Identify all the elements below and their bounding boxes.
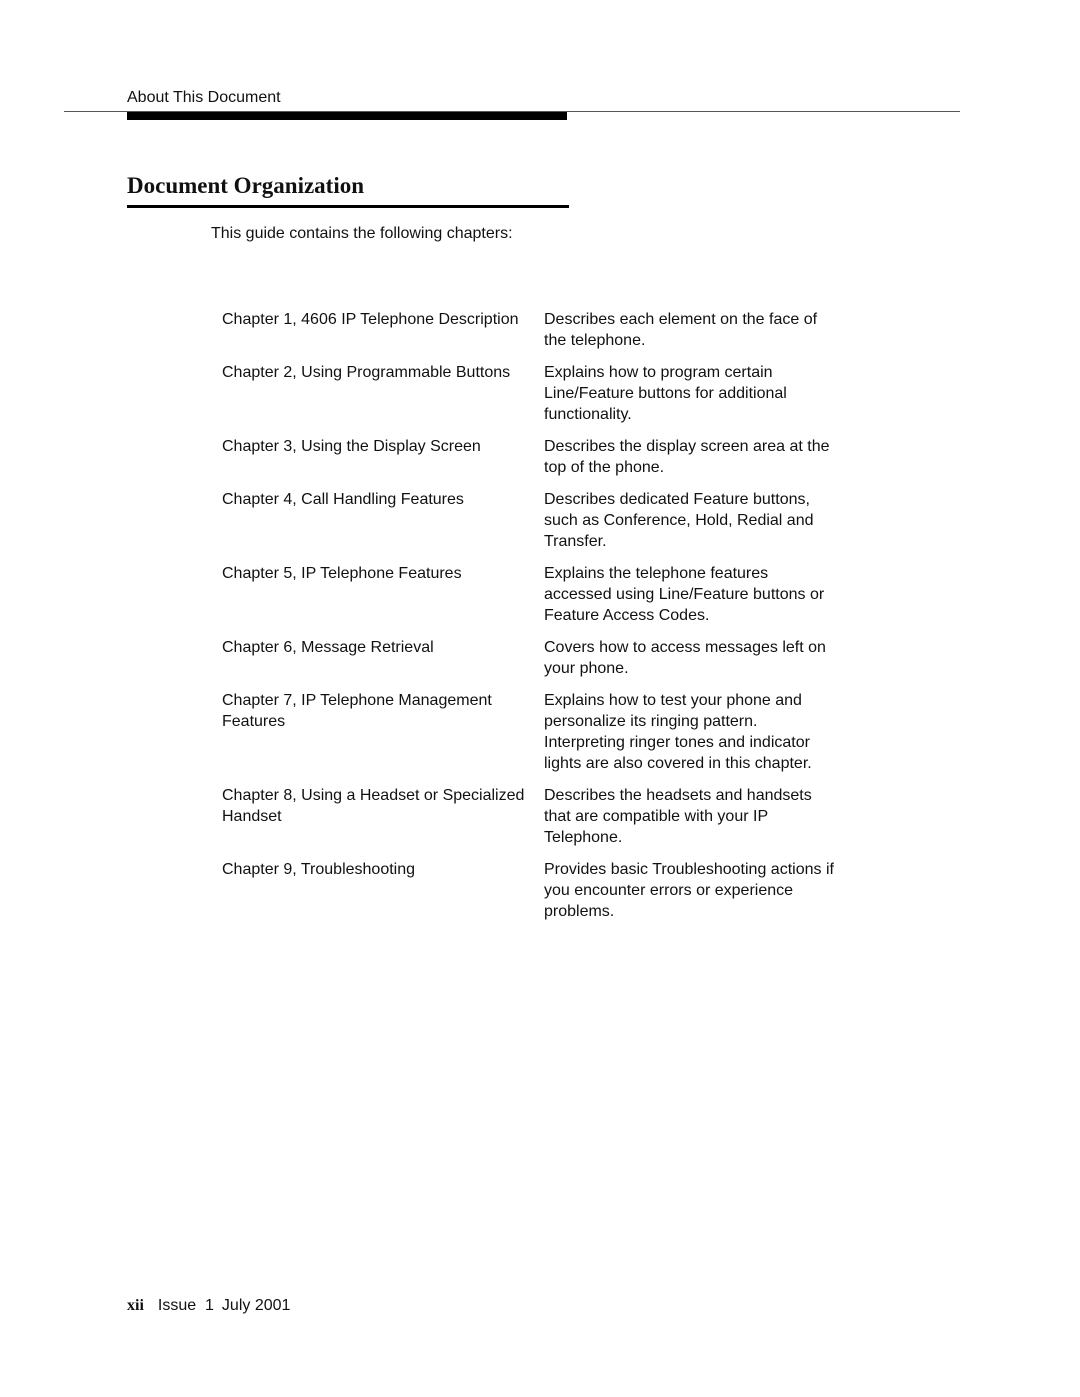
issue-label: Issue 1	[157, 1297, 214, 1314]
chapter-row: Chapter 9, Troubleshooting Provides basi…	[222, 859, 842, 922]
chapter-row: Chapter 2, Using Programmable Buttons Ex…	[222, 362, 842, 425]
issue-date: July 2001	[221, 1297, 291, 1314]
chapter-title: Chapter 9, Troubleshooting	[222, 861, 416, 878]
chapter-title: Chapter 7, IP Telephone Management Featu…	[222, 692, 492, 730]
page-footer: xii Issue 1 July 2001	[127, 1297, 290, 1315]
chapter-title: Chapter 1, 4606 IP Telephone Description	[222, 311, 519, 328]
chapter-title: Chapter 6, Message Retrieval	[222, 639, 434, 656]
chapter-row: Chapter 6, Message Retrieval Covers how …	[222, 637, 842, 679]
chapter-row: Chapter 1, 4606 IP Telephone Description…	[222, 309, 842, 351]
chapter-description: Describes dedicated Feature buttons, suc…	[544, 491, 814, 550]
chapter-table: Chapter 1, 4606 IP Telephone Description…	[222, 309, 842, 933]
title-rule	[127, 205, 569, 208]
chapter-description: Covers how to access messages left on yo…	[544, 639, 826, 677]
chapter-row: Chapter 3, Using the Display Screen Desc…	[222, 436, 842, 478]
chapter-description: Explains how to program certain Line/Fea…	[544, 364, 787, 423]
chapter-description: Describes each element on the face of th…	[544, 311, 818, 349]
chapter-title: Chapter 8, Using a Headset or Specialize…	[222, 787, 525, 825]
chapter-title: Chapter 3, Using the Display Screen	[222, 438, 481, 455]
chapter-description: Explains how to test your phone and pers…	[544, 692, 812, 772]
chapter-row: Chapter 4, Call Handling Features Descri…	[222, 489, 842, 552]
chapter-description: Provides basic Troubleshooting actions i…	[544, 861, 834, 920]
chapter-title: Chapter 5, IP Telephone Features	[222, 565, 462, 582]
page-number: xii	[127, 1297, 144, 1314]
intro-text: This guide contains the following chapte…	[211, 225, 513, 242]
section-title: Document Organization	[127, 173, 365, 198]
chapter-title: Chapter 2, Using Programmable Buttons	[222, 364, 511, 381]
chapter-description: Describes the headsets and handsets that…	[544, 787, 812, 846]
chapter-row: Chapter 7, IP Telephone Management Featu…	[222, 690, 842, 774]
chapter-description: Explains the telephone features accessed…	[544, 565, 825, 624]
chapter-description: Describes the display screen area at the…	[544, 438, 830, 476]
running-head: About This Document	[127, 89, 281, 106]
chapter-row: Chapter 8, Using a Headset or Specialize…	[222, 785, 842, 848]
chapter-row: Chapter 5, IP Telephone Features Explain…	[222, 563, 842, 626]
chapter-title: Chapter 4, Call Handling Features	[222, 491, 464, 508]
header-rule-bar	[127, 112, 567, 120]
